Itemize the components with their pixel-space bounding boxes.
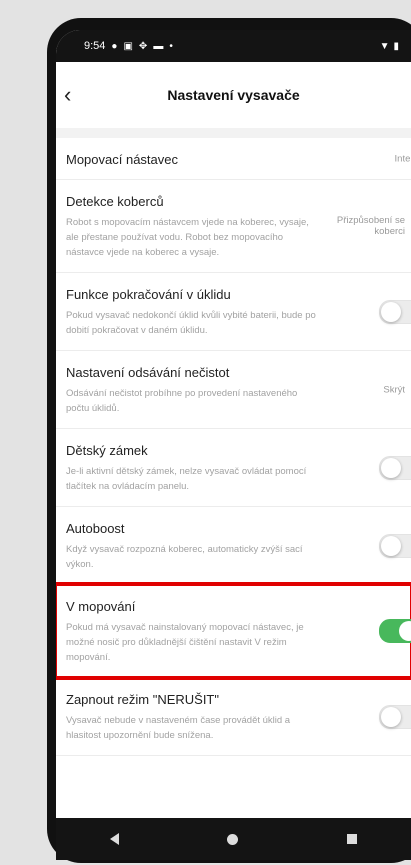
do-not-disturb-toggle[interactable] bbox=[379, 704, 411, 729]
setting-description: Odsávání nečistot probíhne po provedení … bbox=[66, 388, 298, 414]
setting-mopping: V mopování Pokud má vysavač nainstalovan… bbox=[56, 582, 411, 680]
setting-title: Mopovací nástavec bbox=[66, 152, 179, 167]
chevron-left-icon[interactable]: ‹ bbox=[64, 82, 71, 108]
resume-cleaning-toggle[interactable] bbox=[379, 299, 411, 324]
network-icon: ✥ bbox=[138, 40, 148, 52]
app-bar: ‹ Nastavení vysavače bbox=[56, 62, 411, 128]
setting-title: Detekce koberců bbox=[66, 194, 164, 209]
setting-value: Přizpůsobení se koberci bbox=[336, 215, 405, 237]
status-time: 9:54 bbox=[84, 40, 106, 52]
setting-resume-cleaning: Funkce pokračování v úklidu Pokud vysava… bbox=[56, 273, 411, 351]
setting-do-not-disturb: Zapnout režim "NERUŠIT" Vysavač nebude v… bbox=[56, 678, 411, 756]
setting-value: Inteligentní bbox=[394, 153, 411, 164]
setting-title: Zapnout režim "NERUŠIT" bbox=[66, 692, 219, 707]
message-icon: ▬ bbox=[153, 40, 164, 52]
setting-title: Dětský zámek bbox=[66, 443, 148, 458]
setting-description: Je-li aktivní dětský zámek, nelze vysava… bbox=[66, 466, 307, 492]
page-title: Nastavení vysavače bbox=[167, 87, 300, 103]
settings-list: Mopovací nástavec Inteligentní Detekce k… bbox=[56, 138, 411, 756]
navigation-bar bbox=[56, 818, 411, 860]
app-screen: 9:54 ● ▣ ✥ ▬ • ▼ ▮ ‹ Nastavení vysavače … bbox=[56, 30, 411, 860]
nav-back-icon[interactable] bbox=[110, 833, 120, 845]
setting-autoboost: Autoboost Když vysavač rozpozná koberec,… bbox=[56, 507, 411, 585]
setting-carpet-detection[interactable]: Detekce koberců Robot s mopovacím nástav… bbox=[56, 180, 411, 273]
setting-child-lock: Dětský zámek Je-li aktivní dětský zámek,… bbox=[56, 429, 411, 507]
setting-mop-attachment[interactable]: Mopovací nástavec Inteligentní bbox=[56, 138, 411, 180]
mopping-toggle[interactable] bbox=[379, 619, 411, 643]
setting-dirt-emptying[interactable]: Nastavení odsávání nečistot Odsávání neč… bbox=[56, 351, 411, 429]
autoboost-toggle[interactable] bbox=[379, 533, 411, 558]
setting-title: V mopování bbox=[66, 599, 136, 614]
setting-title: Autoboost bbox=[66, 521, 125, 536]
status-bar: 9:54 ● ▣ ✥ ▬ • ▼ ▮ bbox=[56, 30, 411, 62]
setting-title: Nastavení odsávání nečistot bbox=[66, 365, 230, 380]
setting-description: Pokud má vysavač nainstalovaný mopovací … bbox=[66, 622, 304, 663]
battery-icon: ▮ bbox=[393, 40, 399, 52]
setting-description: Vysavač nebude v nastaveném čase provádě… bbox=[66, 715, 291, 741]
setting-description: Pokud vysavač nedokončí úklid kvůli vybi… bbox=[66, 310, 316, 336]
setting-description: Robot s mopovacím nástavcem vjede na kob… bbox=[66, 217, 309, 258]
nav-recents-icon[interactable] bbox=[346, 834, 357, 844]
setting-description: Když vysavač rozpozná koberec, automatic… bbox=[66, 544, 303, 570]
setting-value: Skrýt bbox=[383, 384, 405, 395]
nav-home-icon[interactable] bbox=[227, 833, 239, 845]
dot-icon: ● bbox=[111, 40, 118, 52]
child-lock-toggle[interactable] bbox=[379, 455, 411, 480]
wifi-icon: ▼ bbox=[379, 40, 390, 52]
image-icon: ▣ bbox=[123, 40, 133, 52]
dot-icon: • bbox=[169, 40, 173, 52]
setting-title: Funkce pokračování v úklidu bbox=[66, 287, 231, 302]
section-divider bbox=[56, 128, 411, 138]
